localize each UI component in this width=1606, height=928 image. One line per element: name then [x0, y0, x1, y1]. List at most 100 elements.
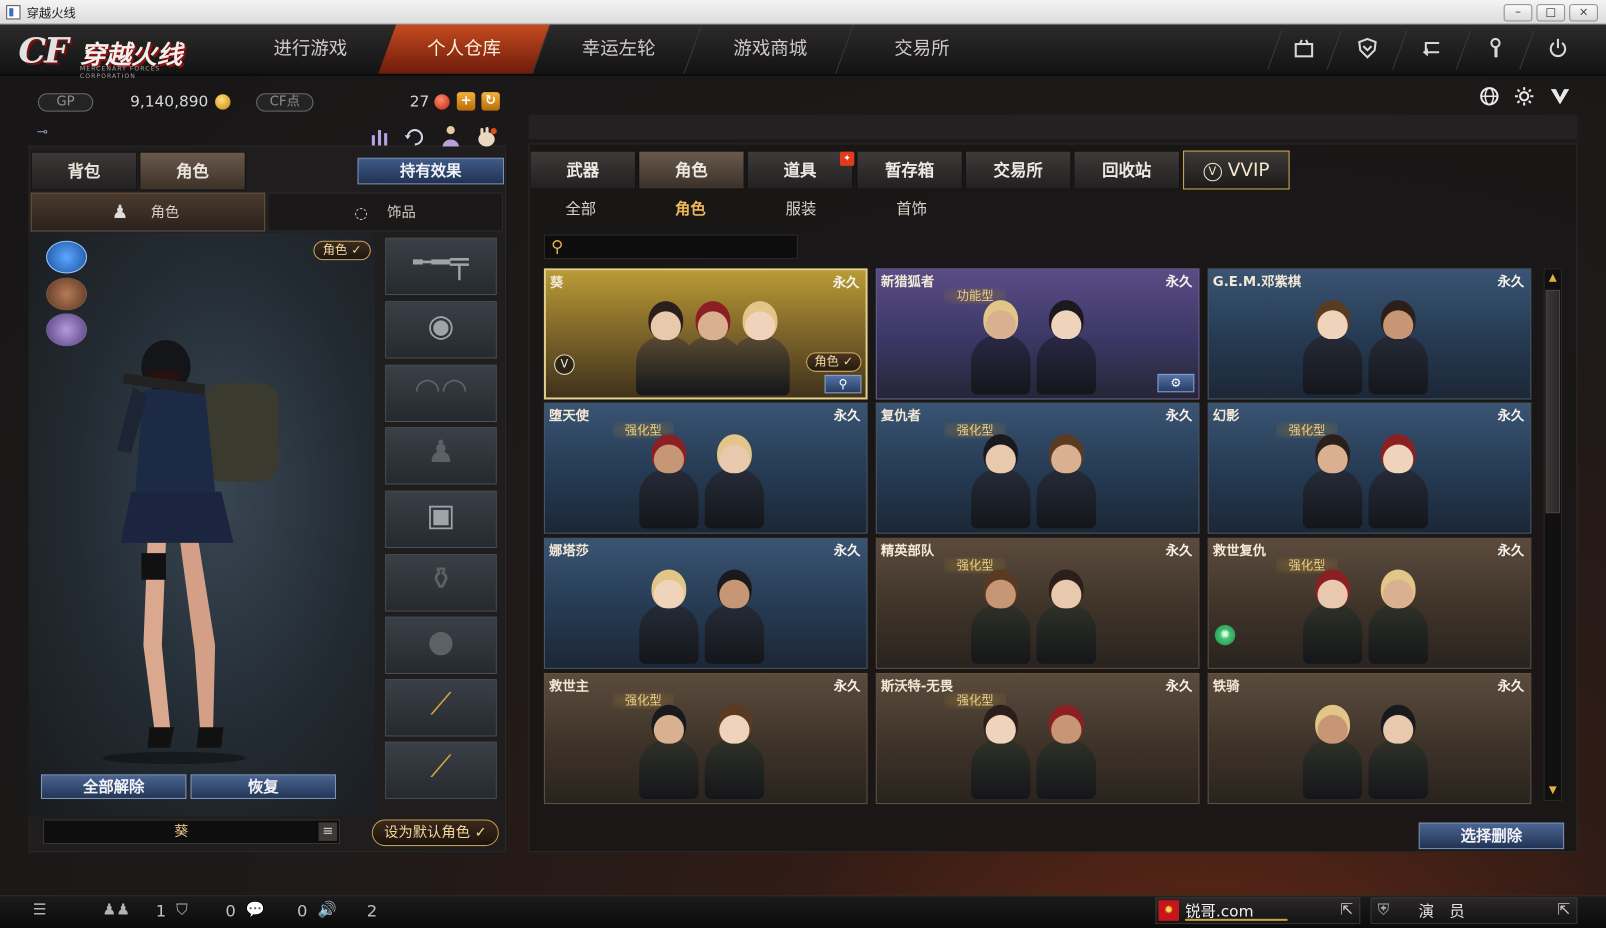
recharge-button[interactable]: +: [456, 92, 476, 111]
subtab-character[interactable]: ♟ 角色: [30, 192, 266, 232]
character-pose-icon[interactable]: [438, 125, 463, 148]
magnify-icon[interactable]: ⚲: [824, 374, 862, 394]
chat-icon[interactable]: 💬: [246, 900, 265, 918]
portrait-body: [971, 739, 1031, 799]
slot-melee-1[interactable]: ⟋: [385, 679, 497, 737]
character-card[interactable]: 救世复仇 永久 强化型 ✺: [1207, 537, 1532, 669]
expand-icon[interactable]: ⇱: [1557, 900, 1570, 918]
stats-icon[interactable]: [369, 127, 392, 147]
restore-button[interactable]: 恢复: [190, 774, 336, 799]
team-cf-icon[interactable]: [46, 240, 88, 274]
tab-recycle[interactable]: 回收站: [1073, 150, 1180, 190]
filter-clothing[interactable]: 服装: [748, 196, 855, 223]
rotate-icon[interactable]: [404, 127, 427, 147]
character-portrait: [704, 434, 765, 529]
character-card[interactable]: 精英部队 永久 强化型: [875, 537, 1200, 669]
power-icon[interactable]: [1545, 37, 1572, 64]
scrollbar[interactable]: ▲ ▼: [1543, 268, 1563, 802]
select-delete-button[interactable]: 选择删除: [1418, 822, 1565, 850]
character-card[interactable]: 铁骑 永久: [1207, 672, 1532, 805]
character-card[interactable]: 救世主 永久 强化型: [543, 672, 868, 805]
nav-tab-play[interactable]: 进行游戏: [225, 25, 397, 74]
filter-role[interactable]: 角色: [637, 196, 744, 223]
slot-helmet[interactable]: ◉: [385, 301, 497, 359]
backpack-icon: ▣: [426, 497, 456, 534]
key-icon[interactable]: [1482, 37, 1509, 64]
portrait-body: [1302, 334, 1363, 395]
team-wing-icon[interactable]: [46, 313, 88, 347]
character-card[interactable]: 斯沃特-无畏 永久 强化型: [875, 672, 1200, 805]
unequip-all-button[interactable]: 全部解除: [40, 774, 187, 799]
subtab-accessory[interactable]: ◌ 饰品: [267, 192, 503, 232]
close-button[interactable]: ×: [1569, 4, 1598, 22]
slot-glasses[interactable]: ◠◠: [385, 364, 497, 423]
tab-character[interactable]: 角色: [139, 151, 246, 191]
filter-jewelry[interactable]: 首饰: [858, 196, 965, 223]
slot-primary-weapon[interactable]: ╾━╤: [385, 237, 497, 295]
refresh-button[interactable]: ↻: [481, 92, 500, 111]
globe-icon[interactable]: [1476, 85, 1503, 112]
character-portrait: [1368, 434, 1428, 529]
tab-backpack[interactable]: 背包: [30, 151, 138, 191]
slot-bottle[interactable]: ⚱: [385, 554, 497, 612]
character-card[interactable]: 堕天使 永久 强化型: [543, 402, 868, 534]
logo-subtitle: MERCENARY FORCES CORPORATION: [79, 65, 161, 80]
scroll-thumb[interactable]: [1545, 289, 1561, 514]
slot-melee-2[interactable]: ⟋: [385, 741, 497, 799]
player-rank-box[interactable]: ⛨ 演 员 ⇱: [1370, 897, 1578, 924]
slot-figure[interactable]: ♟: [385, 427, 497, 485]
portrait-head: [717, 569, 752, 609]
character-card[interactable]: 娜塔莎 永久: [543, 537, 868, 669]
return-icon[interactable]: [1418, 37, 1445, 64]
set-default-character-button[interactable]: 设为默认角色 ✓: [371, 819, 499, 847]
filter-all[interactable]: 全部: [528, 196, 635, 223]
shield-icon[interactable]: [1354, 37, 1381, 64]
nav-tab-exchange[interactable]: 交易所: [835, 24, 1007, 74]
slot-grenade[interactable]: ●: [385, 616, 497, 674]
tab-vvip[interactable]: V VVIP: [1183, 150, 1290, 190]
minimize-button[interactable]: –: [1503, 4, 1533, 22]
tab-items[interactable]: 道具: [746, 150, 854, 190]
bottle-icon: ⚱: [428, 561, 454, 598]
nav-tab-lucky-revolver[interactable]: 幸运左轮: [531, 24, 704, 74]
character-card[interactable]: G.E.M.邓紫棋 永久: [1207, 268, 1532, 400]
gp-label: GP: [37, 93, 94, 112]
hand-icon[interactable]: [474, 125, 499, 148]
tab-weapon[interactable]: 武器: [529, 150, 637, 190]
bag-icon[interactable]: [1291, 37, 1318, 64]
tab-exchange[interactable]: 交易所: [964, 150, 1072, 190]
nav-tab-shop[interactable]: 游戏商城: [683, 24, 856, 74]
function-gear-icon[interactable]: ⚙: [1157, 373, 1195, 393]
portrait-head: [695, 301, 731, 341]
maximize-button[interactable]: □: [1536, 4, 1566, 22]
list-icon[interactable]: ☰: [33, 900, 47, 918]
character-card[interactable]: 复仇者 永久 强化型: [875, 402, 1200, 534]
scroll-up-icon[interactable]: ▲: [1547, 272, 1559, 284]
right-header-strip: [528, 114, 1578, 140]
search-input[interactable]: [571, 237, 791, 257]
search-box[interactable]: ⚲: [543, 234, 798, 260]
friends-icon[interactable]: ♟♟: [102, 900, 130, 918]
tab-storage[interactable]: 暂存箱: [856, 150, 963, 190]
gear-icon[interactable]: [1511, 85, 1538, 112]
volume-icon[interactable]: 🔊: [318, 900, 337, 918]
slot-backpack[interactable]: ▣: [385, 490, 497, 549]
tab-role[interactable]: 角色: [638, 150, 745, 190]
menu-icon[interactable]: ≡: [318, 822, 337, 841]
character-card[interactable]: 新猎狐者 永久 功能型 ⚙: [875, 268, 1200, 400]
character-card[interactable]: 葵 永久 V 角色 ✓ ⚲: [543, 268, 868, 400]
character-portrait: [1302, 300, 1363, 395]
site-banner[interactable]: ✹ 锐哥.com ⇱: [1155, 897, 1361, 924]
hold-effect-button[interactable]: 持有效果: [357, 157, 504, 185]
portrait-head: [1380, 300, 1416, 340]
character-portrait: [1036, 300, 1097, 395]
nav-tab-warehouse[interactable]: 个人仓库: [378, 24, 550, 74]
vip-icon[interactable]: [1547, 85, 1574, 112]
portrait-head: [651, 704, 687, 744]
character-name-field[interactable]: 葵 ≡: [43, 819, 341, 845]
expand-icon[interactable]: ⇱: [1340, 900, 1353, 918]
scroll-down-icon[interactable]: ▼: [1547, 785, 1559, 797]
clan-shield-icon[interactable]: ⛉: [176, 900, 188, 918]
team-eagle-icon[interactable]: [46, 277, 88, 311]
character-card[interactable]: 幻影 永久 强化型: [1207, 402, 1532, 534]
